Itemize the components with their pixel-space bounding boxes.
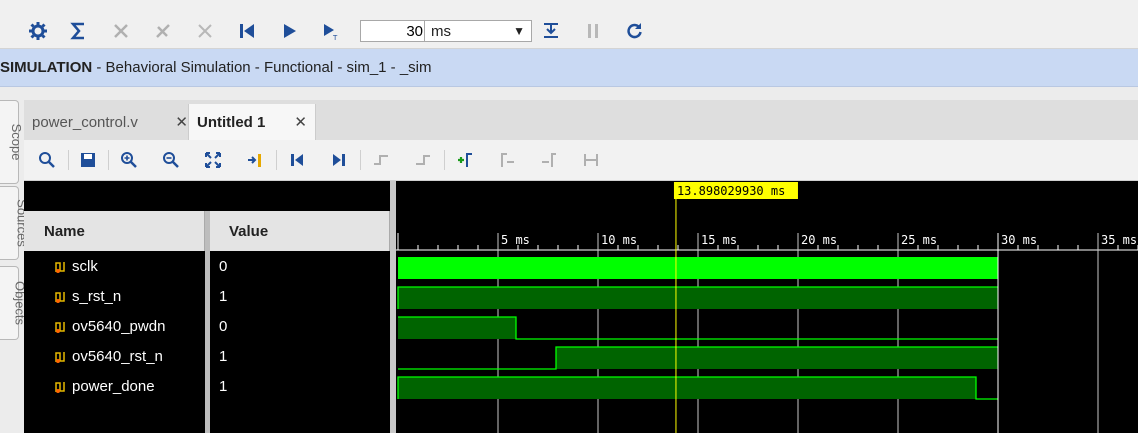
logic-signal-icon (55, 292, 65, 303)
run-all-icon[interactable] (276, 18, 302, 44)
signal-row[interactable]: ov5640_pwdn 0 (24, 312, 390, 342)
run-for-icon[interactable]: T (318, 18, 344, 44)
main-toolbar: T ms ▼ (0, 0, 1138, 49)
go-to-last-time-icon[interactable] (328, 149, 350, 171)
signal-row[interactable]: power_done 1 (24, 372, 390, 402)
signal-row[interactable]: s_rst_n 1 (24, 282, 390, 312)
signal-wave-fill (398, 317, 516, 339)
waveform-canvas: 5 ms 10 ms 15 ms 20 ms 25 ms 30 ms 35 ms 13.898… (396, 182, 1138, 433)
tab-label: power_control.v (32, 113, 138, 131)
svg-text:T: T (332, 34, 338, 41)
ruler-tick-label: 25 ms (901, 233, 937, 247)
zoom-fit-icon[interactable] (202, 149, 224, 171)
signal-name: sclk (72, 258, 98, 275)
signal-wave-fill (398, 377, 976, 399)
logic-signal-icon (55, 352, 65, 363)
chevron-down-icon: ▼ (513, 24, 525, 38)
signal-value: 1 (219, 378, 228, 395)
side-tab-scope[interactable]: Scope (0, 100, 24, 184)
ruler-tick-label: 10 ms (601, 233, 637, 247)
signal-row[interactable]: ov5640_rst_n 1 (24, 342, 390, 372)
value-header-label: Value (229, 222, 269, 240)
time-unit-select[interactable]: ms ▼ (424, 20, 532, 42)
ruler-tick-label: 15 ms (701, 233, 737, 247)
clear-icon[interactable] (192, 18, 218, 44)
value-column-header[interactable]: Value (210, 211, 390, 251)
sigma-icon[interactable] (66, 18, 92, 44)
disable-icon[interactable] (150, 18, 176, 44)
logic-signal-icon (55, 262, 65, 273)
logic-signal-icon (55, 382, 65, 393)
signal-name: ov5640_pwdn (72, 318, 166, 335)
pause-icon[interactable] (580, 18, 606, 44)
name-header-label: Name (44, 222, 85, 240)
name-column-header[interactable]: Name (24, 211, 205, 251)
save-icon[interactable] (77, 149, 99, 171)
tab-power-control[interactable]: power_control.v ✕ (24, 104, 196, 140)
logic-signal-icon (55, 322, 65, 333)
tab-untitled-1[interactable]: Untitled 1 ✕ (188, 104, 316, 140)
close-icon[interactable]: ✕ (294, 113, 307, 131)
break-icon[interactable] (108, 18, 134, 44)
signal-value: 0 (219, 258, 228, 275)
zoom-out-icon[interactable] (160, 149, 182, 171)
add-marker-icon[interactable] (454, 149, 476, 171)
signal-value: 0 (219, 318, 228, 335)
signal-value: 1 (219, 348, 228, 365)
restart-icon[interactable] (234, 18, 260, 44)
previous-marker-icon[interactable] (496, 149, 518, 171)
waveform-toolbar (24, 140, 1138, 181)
side-tab-sources[interactable]: Sources (0, 186, 29, 260)
tab-label: Untitled 1 (197, 113, 266, 131)
signal-row[interactable]: sclk 0 (24, 252, 390, 282)
next-transition-icon[interactable] (412, 149, 434, 171)
ruler-tick-label: 5 ms (501, 233, 530, 247)
run-time-input[interactable] (360, 20, 428, 42)
signal-name: s_rst_n (72, 288, 122, 305)
ruler-tick-label: 30 ms (1001, 233, 1037, 247)
signal-name-panel: Name Value sclk 0 s_rst_n 1 ov5640_pwdn 0 ov56… (24, 181, 390, 433)
signal-wave-fill (398, 287, 998, 309)
side-tab-objects[interactable]: Objects (0, 266, 28, 340)
previous-transition-icon[interactable] (370, 149, 392, 171)
clock-wave (398, 257, 998, 279)
settings-icon[interactable] (25, 18, 51, 44)
signal-name: power_done (72, 378, 155, 395)
signal-value: 1 (219, 288, 228, 305)
signal-name: ov5640_rst_n (72, 348, 163, 365)
swap-cursors-icon[interactable] (580, 149, 602, 171)
banner-title: SIMULATION (0, 59, 93, 76)
go-to-time-0-icon[interactable] (286, 149, 308, 171)
step-icon[interactable] (538, 18, 564, 44)
ruler-tick-label: 35 ms (1101, 233, 1137, 247)
cursor-time-label: 13.898029930 ms (677, 184, 785, 198)
next-marker-icon[interactable] (538, 149, 560, 171)
side-tab-scope-label: Scope (8, 123, 24, 161)
zoom-in-icon[interactable] (118, 149, 140, 171)
time-unit-value: ms (431, 22, 451, 40)
waveform-area[interactable]: 5 ms 10 ms 15 ms 20 ms 25 ms 30 ms 35 ms 13.898… (396, 181, 1138, 433)
signal-wave-fill (556, 347, 998, 369)
ruler-tick-label: 20 ms (801, 233, 837, 247)
simulation-banner: SIMULATION - Behavioral Simulation - Fun… (0, 49, 1138, 87)
banner-subtitle: - Behavioral Simulation - Functional - s… (92, 59, 432, 76)
close-icon[interactable]: ✕ (175, 113, 188, 131)
search-icon[interactable] (36, 149, 58, 171)
relaunch-icon[interactable] (622, 18, 648, 44)
editor-tab-bar: power_control.v ✕ Untitled 1 ✕ (24, 100, 1138, 140)
go-to-cursor-icon[interactable] (244, 149, 266, 171)
